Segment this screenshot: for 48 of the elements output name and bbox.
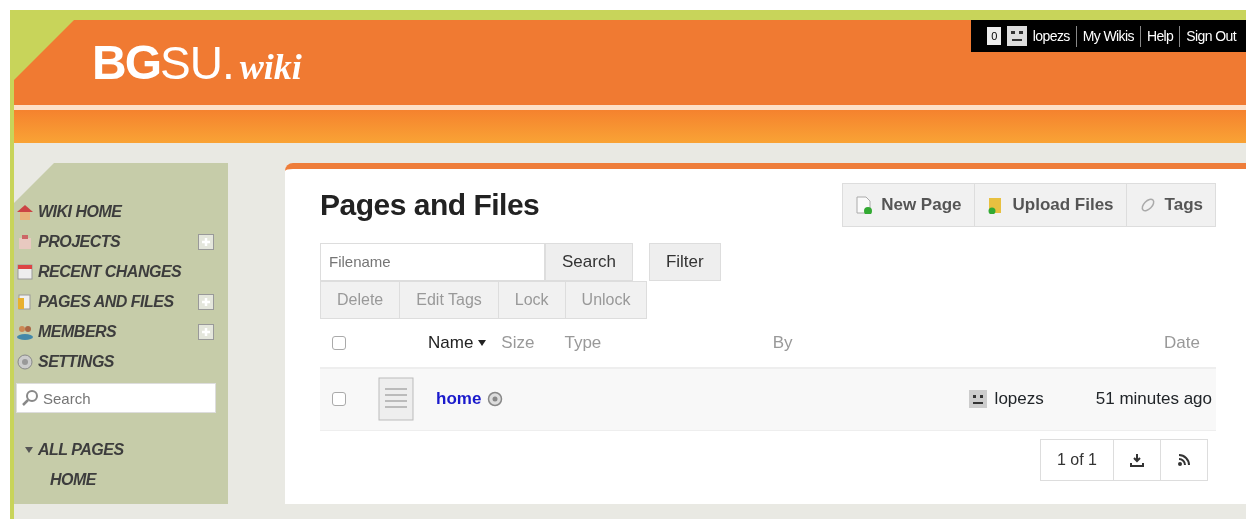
new-page-icon [855,195,874,214]
plus-icon [201,237,211,247]
logo-text: BG [92,34,160,91]
logo-text: wiki [239,45,302,89]
document-icon [378,377,414,421]
header-link[interactable]: Help [1139,25,1174,47]
row-checkbox[interactable] [332,392,346,406]
house-icon [16,203,34,221]
sidebar-link[interactable]: MEMBERS [38,320,117,344]
tree-item[interactable]: ALL PAGES [38,438,124,462]
people-icon [16,323,34,341]
header-link[interactable]: Sign Out [1179,25,1236,47]
search-icon [21,389,39,407]
sidebar-link[interactable]: SETTINGS [38,350,114,374]
logo-text: SU. [160,35,234,91]
tree-item[interactable]: HOME [50,468,96,492]
rss-icon [1177,453,1191,468]
sidebar-link[interactable]: RECENT CHANGES [38,260,182,284]
add-button[interactable] [198,324,214,340]
clipboard-icon [16,233,34,251]
column-header[interactable]: Name [428,329,488,356]
select-all-checkbox[interactable] [332,335,346,350]
download-icon [1130,453,1144,468]
page-title: Pages and Files [320,186,540,223]
plus-icon [201,327,211,337]
filter-button[interactable]: Filter [648,242,721,281]
sidebar-link[interactable]: WIKI HOME [38,200,122,224]
calendar-icon [16,263,34,281]
sidebar-link[interactable]: PROJECTS [38,230,121,254]
author-name: lopezs [994,388,1044,411]
gear-icon [16,353,34,371]
caret-down-icon [477,338,488,347]
header-link[interactable]: My Wikis [1075,25,1134,47]
add-button[interactable] [198,234,214,250]
plus-icon [201,297,211,307]
avatar-icon [1006,26,1027,46]
user-link[interactable]: lopezs [1032,25,1070,47]
document-icon [16,293,34,311]
search-field[interactable]: Search [16,383,216,413]
add-button[interactable] [198,294,214,310]
search-button[interactable]: Search [545,242,633,281]
notification-count[interactable]: 0 [987,27,1001,45]
sidebar-link[interactable]: PAGES AND FILES [38,290,174,314]
file-link[interactable]: home [436,386,482,412]
info-icon [487,391,504,407]
filename-field[interactable]: Filename [320,242,545,281]
date-text: 51 minutes ago [1095,388,1212,411]
avatar-icon [968,390,987,408]
